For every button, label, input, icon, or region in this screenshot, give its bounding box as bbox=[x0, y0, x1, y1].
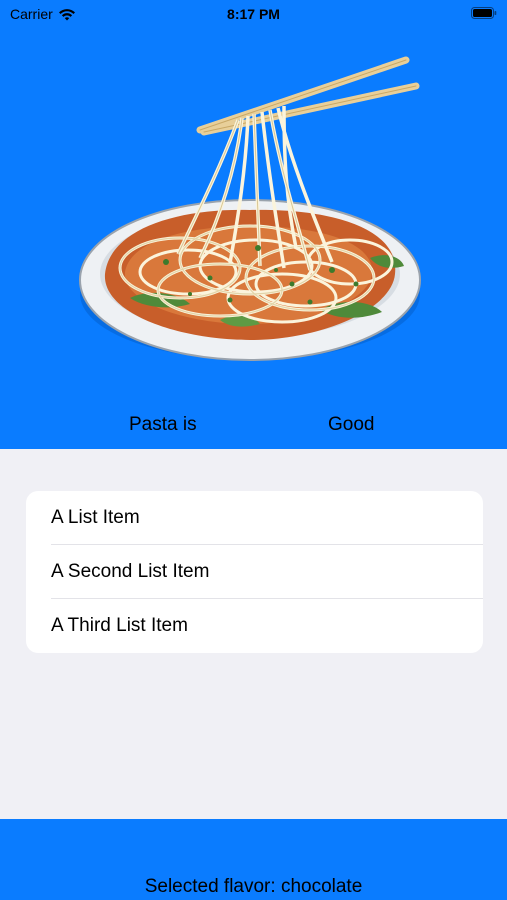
battery-icon bbox=[471, 7, 497, 19]
header-labels: Pasta is Good bbox=[0, 414, 507, 444]
list-item-label: A List Item bbox=[51, 507, 140, 528]
list-card: A List Item A Second List Item A Third L… bbox=[26, 491, 483, 653]
status-time: 8:17 PM bbox=[227, 6, 280, 22]
header-section: Carrier 8:17 PM Pasta is Good bbox=[0, 0, 507, 449]
left-label: Pasta is bbox=[129, 414, 197, 435]
footer-bar: Selected flavor: chocolate bbox=[0, 819, 507, 900]
list-item-label: A Second List Item bbox=[51, 561, 210, 582]
list-item[interactable]: A List Item bbox=[26, 491, 483, 545]
list-item[interactable]: A Second List Item bbox=[26, 545, 483, 599]
list-item-label: A Third List Item bbox=[51, 615, 188, 636]
selected-flavor-text: Selected flavor: chocolate bbox=[144, 876, 363, 897]
pasta-image bbox=[79, 56, 421, 361]
status-bar: Carrier 8:17 PM bbox=[0, 0, 507, 28]
right-label: Good bbox=[328, 414, 375, 435]
list-item[interactable]: A Third List Item bbox=[26, 599, 483, 653]
